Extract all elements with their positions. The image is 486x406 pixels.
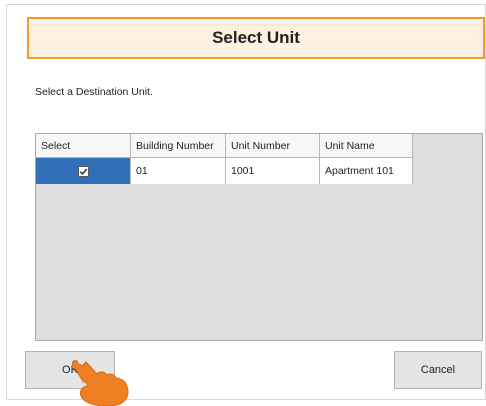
column-header-unit-name[interactable]: Unit Name — [320, 134, 413, 158]
pointing-hand-icon — [72, 360, 129, 406]
select-cell[interactable] — [36, 158, 131, 184]
dialog-title: Select Unit — [212, 28, 300, 47]
unit-number-cell[interactable]: 1001 — [226, 158, 320, 184]
dialog-title-bar: Select Unit — [27, 17, 485, 59]
column-header-unit-number[interactable]: Unit Number — [226, 134, 320, 158]
checkmark-icon — [79, 168, 87, 175]
unit-name-cell[interactable]: Apartment 101 — [320, 158, 413, 184]
cancel-button[interactable]: Cancel — [394, 351, 482, 389]
column-header-building-number[interactable]: Building Number — [131, 134, 226, 158]
building-number-cell[interactable]: 01 — [131, 158, 226, 184]
select-unit-dialog: Select Unit Select a Destination Unit. S… — [6, 4, 486, 400]
table-row[interactable]: 01 1001 Apartment 101 — [36, 158, 413, 184]
instruction-text: Select a Destination Unit. — [35, 86, 153, 98]
units-grid: Select Building Number Unit Number Unit … — [35, 133, 483, 341]
column-header-select[interactable]: Select — [36, 134, 131, 158]
grid-header-row: Select Building Number Unit Number Unit … — [36, 134, 413, 158]
select-checkbox[interactable] — [77, 165, 89, 177]
